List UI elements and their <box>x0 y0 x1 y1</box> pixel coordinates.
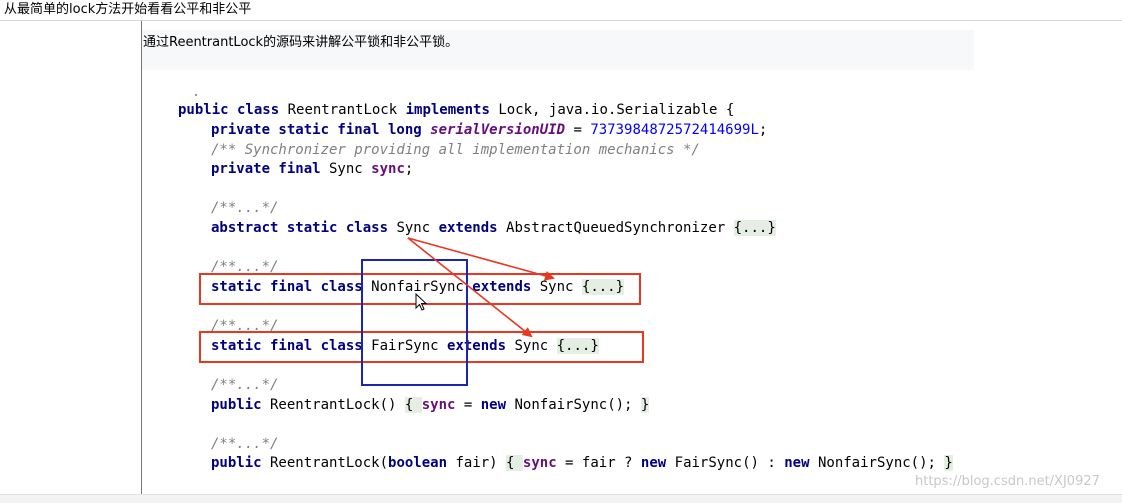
watermark: https://blog.csdn.net/XJ0927 <box>915 474 1100 489</box>
annotation-arrows <box>407 237 555 338</box>
mouse-cursor-icon <box>415 292 428 311</box>
arrow-to-fair-sync <box>407 237 533 338</box>
arrow-to-nonfair-sync <box>407 237 555 281</box>
